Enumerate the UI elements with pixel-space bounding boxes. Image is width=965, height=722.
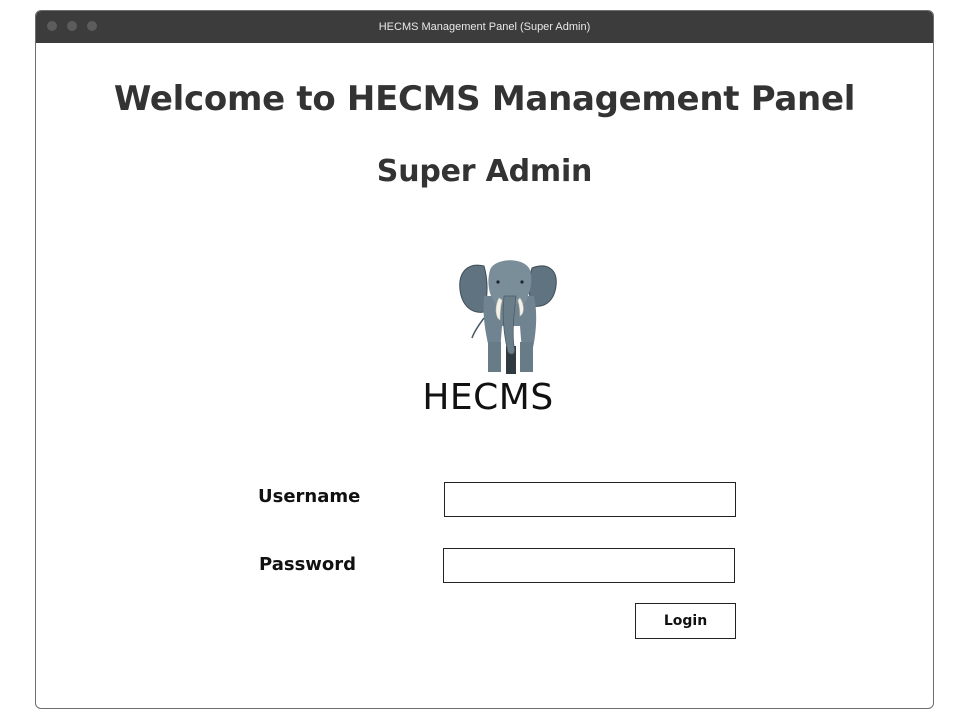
app-window: HECMS Management Panel (Super Admin) Wel… bbox=[35, 10, 934, 709]
window-title: HECMS Management Panel (Super Admin) bbox=[378, 21, 591, 33]
logo-text: HECMS bbox=[422, 377, 554, 418]
welcome-heading: Welcome to HECMS Management Panel bbox=[113, 79, 856, 119]
title-bar: HECMS Management Panel (Super Admin) bbox=[36, 11, 933, 43]
password-label: Password bbox=[259, 554, 357, 575]
password-input[interactable] bbox=[443, 548, 735, 583]
role-heading: Super Admin bbox=[376, 154, 593, 189]
elephant-icon bbox=[454, 256, 559, 376]
username-input[interactable] bbox=[444, 482, 736, 517]
username-label: Username bbox=[258, 486, 361, 507]
login-button[interactable]: Login bbox=[635, 603, 736, 639]
